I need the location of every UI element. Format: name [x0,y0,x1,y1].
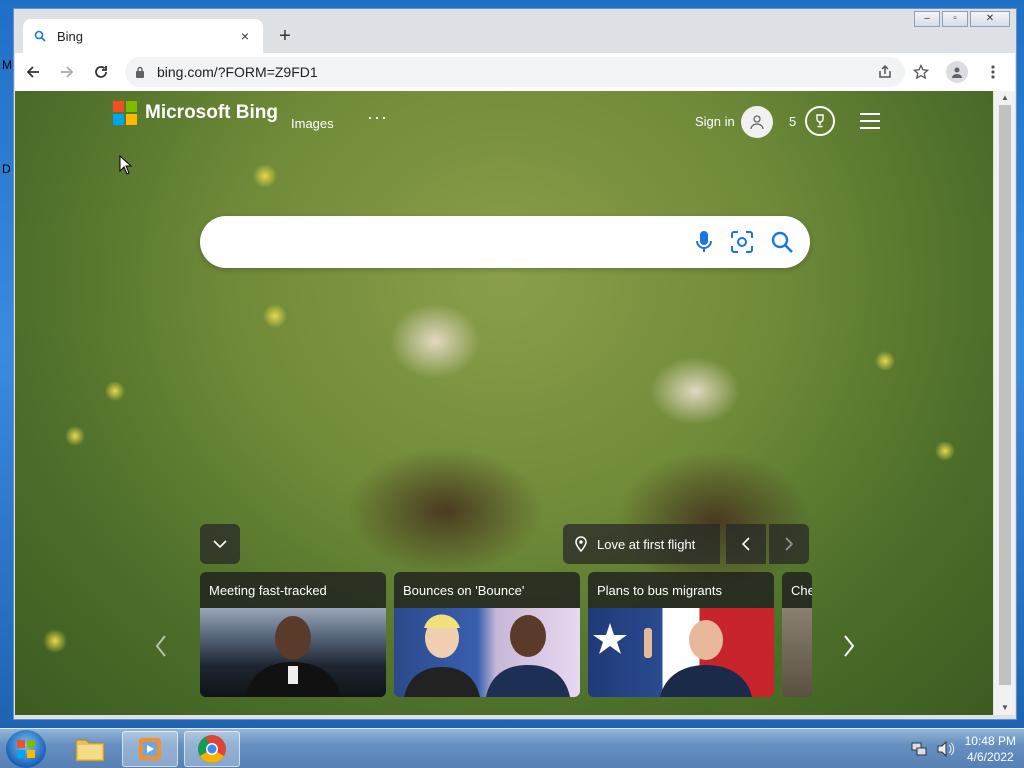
browser-toolbar: bing.com/?FORM=Z9FD1 [15,53,1015,91]
chevron-left-icon [155,635,166,657]
profile-avatar-icon [946,61,968,83]
reload-button[interactable] [85,56,117,88]
cards-next-button[interactable] [837,631,861,661]
cards-prev-button[interactable] [149,631,173,661]
news-card-image [394,608,580,697]
share-button[interactable] [869,56,901,88]
news-card-title: Plans to bus migrants [597,583,723,598]
minimize-button[interactable]: – [914,11,940,27]
taskbar-media-player[interactable] [122,731,178,767]
news-card-title: Meeting fast-tracked [209,583,327,598]
scroll-up-icon[interactable]: ▲ [994,91,1016,105]
image-caption[interactable]: Love at first flight [563,524,720,564]
star-icon [913,64,929,80]
clock-date: 4/6/2022 [966,750,1014,764]
previous-image-button[interactable] [726,524,766,564]
windows-logo-icon [17,740,35,758]
search-input[interactable] [222,228,682,256]
share-icon [879,64,891,78]
bing-search-favicon-icon [33,29,47,43]
news-card[interactable]: Plans to bus migrants [588,572,774,697]
chevron-down-icon [213,540,227,548]
chevron-right-icon [785,537,793,551]
visual-search-icon[interactable] [728,228,756,256]
taskbar-google-chrome[interactable] [184,731,240,767]
news-card-image [588,608,774,697]
microsoft-logo-icon [113,101,137,125]
search-box [200,216,810,268]
collapse-feed-button[interactable] [200,524,240,564]
microphone-icon[interactable] [690,228,718,256]
maximize-button[interactable]: ▫ [942,11,968,27]
start-button[interactable] [6,730,46,768]
reload-icon [95,66,107,78]
page-scrollbar[interactable]: ▲ ▼ [993,91,1015,715]
taskbar-windows-explorer[interactable] [62,731,118,767]
window-controls: – ▫ ✕ [914,11,1010,27]
network-icon[interactable] [911,741,927,757]
forward-button[interactable] [51,56,83,88]
address-bar[interactable]: bing.com/?FORM=Z9FD1 [125,57,905,87]
bookmark-star-button[interactable] [905,56,937,88]
close-window-button[interactable]: ✕ [970,11,1010,27]
lock-icon [135,66,145,78]
arrow-left-icon [26,66,39,78]
clock[interactable]: 10:48 PM 4/6/2022 [965,733,1016,765]
system-tray: 10:48 PM 4/6/2022 [911,733,1016,765]
menu-button[interactable] [977,56,1009,88]
rewards-trophy-icon[interactable] [805,106,835,136]
news-card[interactable]: Che [782,572,812,697]
url-text: bing.com/?FORM=Z9FD1 [157,64,318,80]
sign-in-avatar-icon[interactable] [741,106,773,138]
taskbar: 10:48 PM 4/6/2022 [0,728,1024,768]
search-icon[interactable] [768,228,796,256]
tab-close-icon[interactable]: × [237,28,253,44]
tab-bing[interactable]: Bing × [23,19,263,53]
news-card-title: Che [791,583,812,598]
desktop-icon-label: D [2,162,11,176]
news-card[interactable]: Meeting fast-tracked [200,572,386,697]
next-image-button[interactable] [769,524,809,564]
location-pin-icon [575,536,587,552]
clock-time: 10:48 PM [964,734,1016,748]
folder-icon [75,739,105,762]
mouse-cursor-icon [119,154,133,180]
profile-button[interactable] [941,56,973,88]
scroll-down-icon[interactable]: ▼ [994,701,1016,715]
nav-more-icon[interactable]: ··· [367,107,388,128]
desktop-icon-label: M [2,58,12,72]
brand-text: Microsoft Bing [145,102,278,123]
caption-text: Love at first flight [597,536,696,552]
sign-in-link[interactable]: Sign in [695,114,735,129]
chevron-right-icon [844,635,855,657]
new-tab-button[interactable]: + [274,26,296,48]
chrome-icon [198,735,226,763]
volume-icon[interactable] [937,741,955,757]
scrollbar-thumb[interactable] [999,105,1011,685]
hamburger-menu-icon[interactable] [860,113,880,129]
chevron-left-icon [742,537,750,551]
back-button[interactable] [17,56,49,88]
bing-logo[interactable]: Microsoft Bing [113,101,278,125]
news-card-image [782,608,812,697]
kebab-menu-icon [991,65,995,79]
news-card[interactable]: Bounces on 'Bounce' [394,572,580,697]
browser-window: – ▫ ✕ Bing × + bing.com/?FORM=Z9FD1 Micr… [13,8,1017,720]
nav-images-link[interactable]: Images [291,116,334,131]
news-card-image [200,608,386,697]
news-card-title: Bounces on 'Bounce' [403,583,525,598]
tab-title: Bing [57,28,84,44]
bing-homepage: Microsoft Bing Images ··· Sign in 5 Love… [15,91,994,715]
media-player-icon [139,738,161,760]
rewards-points[interactable]: 5 [789,114,796,129]
arrow-right-icon [61,66,74,78]
